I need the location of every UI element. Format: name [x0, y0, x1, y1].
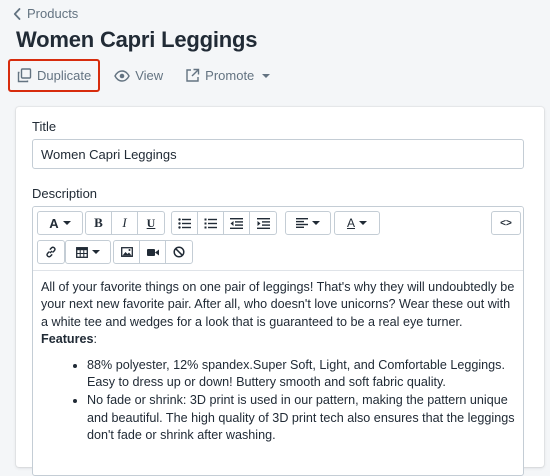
duplicate-button[interactable]: Duplicate: [8, 59, 101, 92]
bold-label: B: [94, 215, 103, 230]
table-group: [65, 240, 111, 264]
link-button[interactable]: [38, 241, 64, 263]
promote-button[interactable]: Promote: [177, 60, 278, 92]
code-icon: <>: [500, 217, 512, 229]
eye-icon: [114, 69, 130, 82]
list-item: 88% polyester, 12% spandex.Super Soft, L…: [87, 357, 515, 392]
text-color-dropdown[interactable]: A: [335, 212, 379, 234]
chevron-down-icon: [312, 221, 320, 225]
chevron-down-icon: [262, 73, 271, 78]
bullet-list-button[interactable]: [172, 212, 198, 234]
chevron-down-icon: [359, 221, 367, 225]
underline-button[interactable]: U: [138, 212, 164, 234]
font-letter: A: [49, 215, 59, 231]
format-group: B I U: [85, 211, 165, 235]
image-icon: [120, 247, 133, 257]
duplicate-label: Duplicate: [37, 68, 92, 83]
link-icon: [46, 246, 56, 258]
chevron-down-icon: [92, 250, 100, 254]
view-label: View: [135, 68, 164, 83]
bullet-list-icon: [178, 217, 191, 229]
features-list: 88% polyester, 12% spandex.Super Soft, L…: [41, 357, 515, 445]
html-group: <>: [491, 211, 521, 235]
link-group: [37, 240, 65, 264]
breadcrumb-back-link[interactable]: Products: [13, 6, 78, 21]
outdent-icon: [230, 217, 243, 229]
product-details-card: Title Women Capri Leggings Description A…: [16, 107, 544, 476]
external-link-icon: [186, 68, 200, 82]
page-title: Women Capri Leggings: [16, 27, 258, 52]
insert-image-button[interactable]: [114, 241, 140, 263]
view-button[interactable]: View: [106, 60, 171, 92]
duplicate-icon: [17, 68, 32, 83]
block-icon: [173, 246, 185, 258]
font-group: A: [37, 211, 83, 235]
title-input[interactable]: Women Capri Leggings: [32, 139, 524, 169]
features-heading: Features:: [41, 331, 515, 348]
description-editor: A B I U A <> All of your favorite things…: [32, 206, 524, 476]
numbered-list-button[interactable]: [198, 212, 224, 234]
description-intro: All of your favorite things on one pair …: [41, 280, 515, 329]
chevron-left-icon: [13, 7, 21, 20]
features-label: Features: [41, 332, 94, 347]
color-group: A: [334, 211, 380, 235]
page-actions: Duplicate View Promote: [8, 59, 278, 92]
outdent-button[interactable]: [224, 212, 250, 234]
align-left-icon: [296, 218, 308, 228]
underline-label: U: [146, 215, 156, 230]
bold-button[interactable]: B: [86, 212, 112, 234]
title-input-value: Women Capri Leggings: [41, 146, 177, 162]
chevron-down-icon: [62, 221, 71, 225]
text-color-letter: A: [346, 216, 355, 230]
editor-toolbar: A B I U A <>: [33, 207, 523, 271]
media-group: [113, 240, 193, 264]
table-dropdown[interactable]: [66, 241, 110, 263]
clear-formatting-button[interactable]: [166, 241, 192, 263]
font-dropdown[interactable]: A: [38, 212, 82, 234]
list-group: [171, 211, 277, 235]
breadcrumb-label: Products: [27, 6, 79, 21]
list-item: No fade or shrink: 3D print is used in o…: [87, 392, 515, 444]
italic-label: I: [122, 215, 127, 230]
align-group: [285, 211, 331, 235]
indent-icon: [256, 217, 270, 229]
table-icon: [76, 246, 88, 258]
promote-label: Promote: [205, 68, 255, 83]
html-toggle-button[interactable]: <>: [492, 212, 520, 234]
align-dropdown[interactable]: [286, 212, 330, 234]
indent-button[interactable]: [250, 212, 276, 234]
italic-button[interactable]: I: [112, 212, 138, 234]
editor-content[interactable]: All of your favorite things on one pair …: [33, 271, 523, 445]
description-label: Description: [32, 186, 98, 201]
features-suffix: :: [93, 332, 98, 347]
title-label: Title: [32, 119, 57, 134]
insert-video-button[interactable]: [140, 241, 166, 263]
video-icon: [146, 248, 159, 256]
numbered-list-icon: [204, 218, 217, 228]
